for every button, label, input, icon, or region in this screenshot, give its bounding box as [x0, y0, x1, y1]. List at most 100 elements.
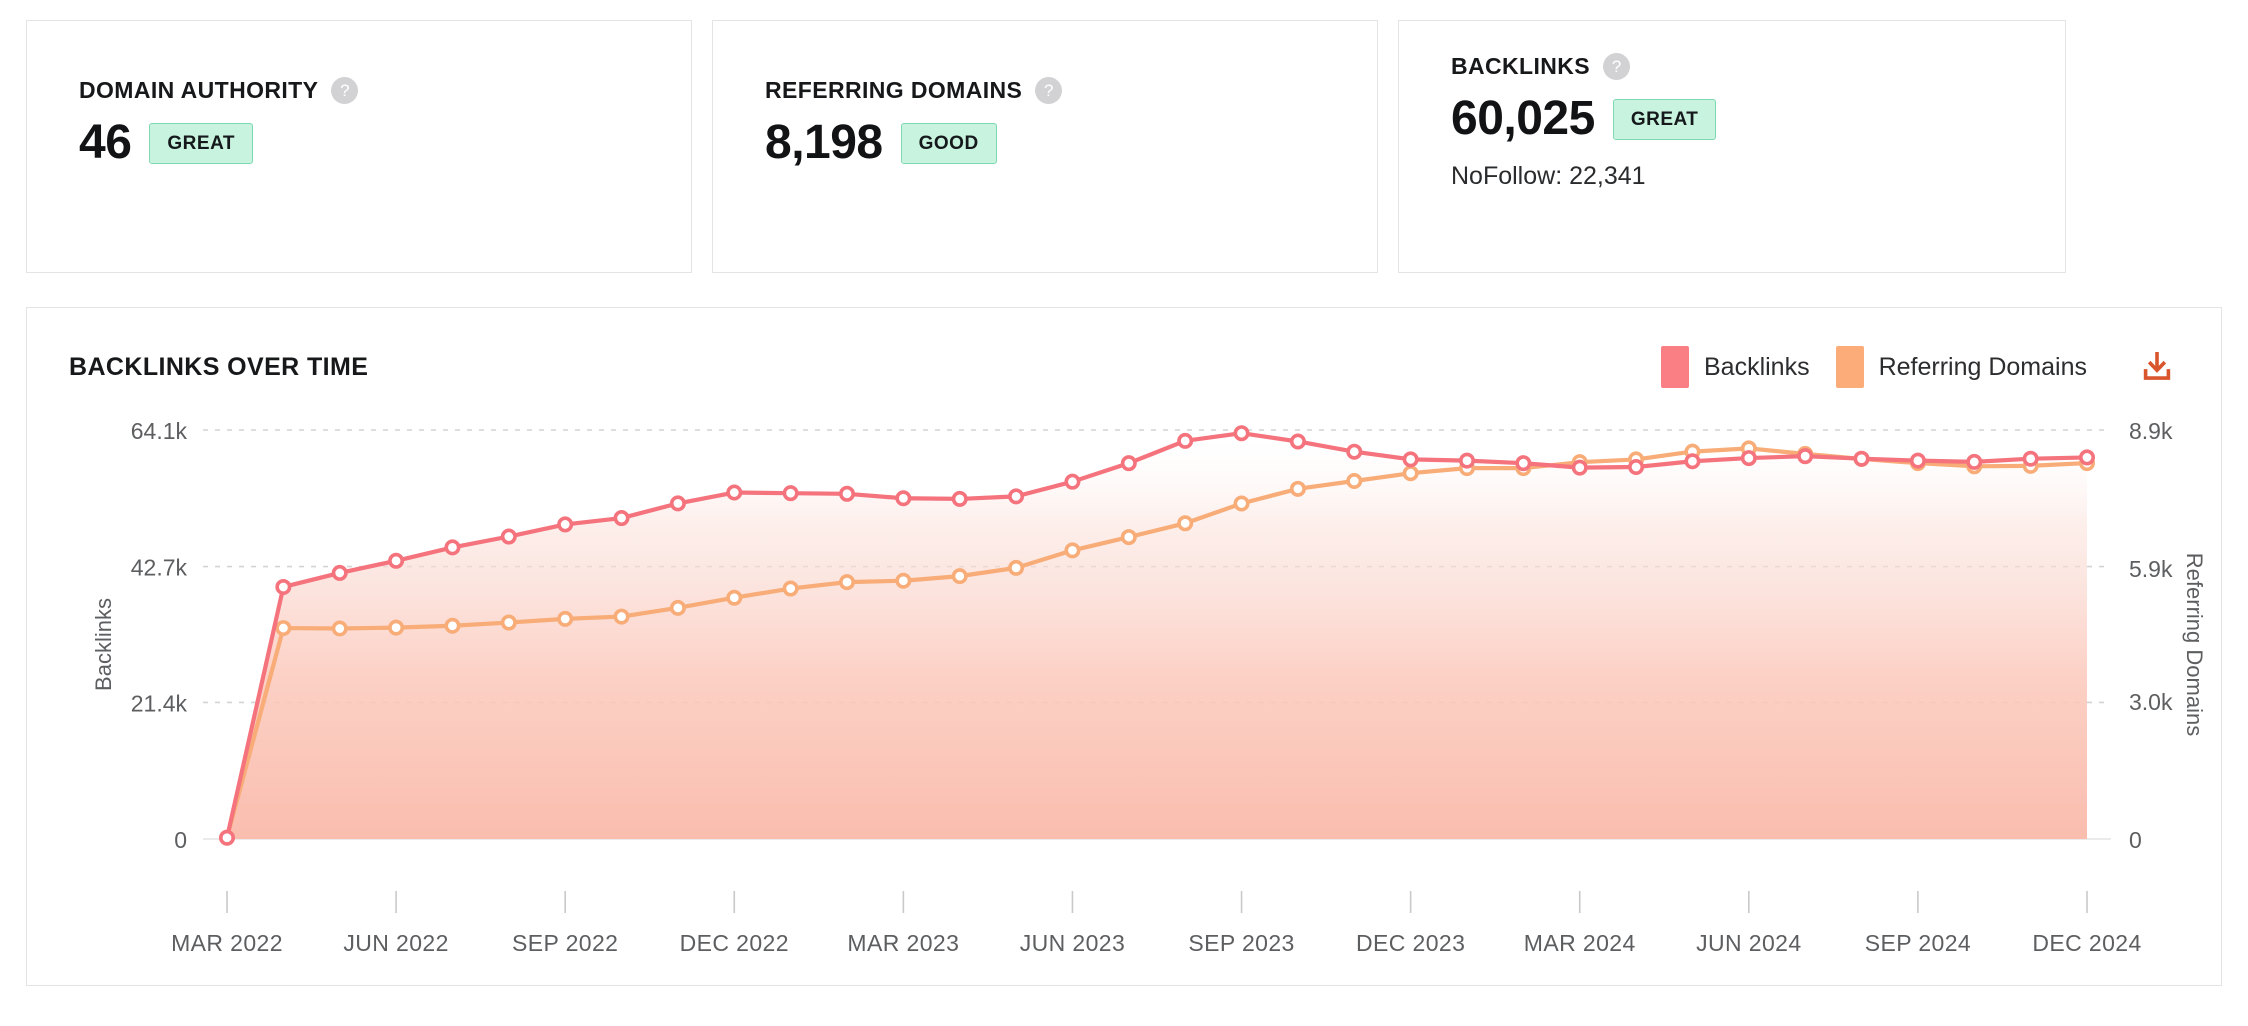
legend-label-referring-domains: Referring Domains — [1878, 352, 2087, 381]
data-point-referring-domains[interactable] — [951, 568, 968, 585]
data-point-referring-domains[interactable] — [1120, 529, 1137, 546]
data-point-backlinks[interactable] — [726, 484, 743, 501]
data-point-backlinks[interactable] — [1459, 452, 1476, 469]
x-axis-tick: JUN 2022 — [343, 930, 448, 956]
data-point-referring-domains[interactable] — [1346, 473, 1363, 490]
help-icon[interactable]: ? — [1035, 77, 1063, 104]
data-point-referring-domains[interactable] — [1064, 542, 1081, 559]
legend-item-referring-domains[interactable]: Referring Domains — [1835, 346, 2087, 388]
data-point-backlinks[interactable] — [951, 490, 968, 507]
data-point-backlinks[interactable] — [1008, 488, 1025, 505]
chart-plot-area: 0 21.4k 42.7k 64.1k 0 3.0k 5.9k 8.9k Backlinks Re… — [27, 404, 2221, 984]
data-point-referring-domains[interactable] — [669, 599, 686, 616]
data-point-backlinks[interactable] — [1346, 443, 1363, 460]
data-point-referring-domains[interactable] — [838, 574, 855, 591]
y-axis-tick-right: 0 — [2129, 827, 2142, 853]
data-point-backlinks[interactable] — [1571, 459, 1588, 476]
data-point-backlinks[interactable] — [1853, 450, 1870, 467]
data-point-backlinks[interactable] — [1628, 459, 1645, 476]
x-axis-tick: DEC 2023 — [1356, 930, 1465, 956]
data-point-backlinks[interactable] — [1740, 450, 1757, 467]
kpi-content: REFERRING DOMAINS ? 8,198 GOOD — [713, 21, 1377, 168]
x-axis-tick: JUN 2023 — [1020, 930, 1125, 956]
data-point-backlinks[interactable] — [782, 485, 799, 502]
data-point-backlinks[interactable] — [1289, 433, 1306, 450]
kpi-card-domain-authority: DOMAIN AUTHORITY ? 46 GREAT — [26, 20, 692, 273]
data-point-backlinks[interactable] — [1797, 448, 1814, 465]
help-icon[interactable]: ? — [331, 77, 359, 104]
data-point-backlinks[interactable] — [1402, 451, 1419, 468]
data-point-backlinks[interactable] — [2022, 450, 2039, 467]
x-axis-tick: SEP 2022 — [512, 930, 618, 956]
help-icon[interactable]: ? — [1603, 53, 1631, 80]
download-icon[interactable] — [2139, 349, 2175, 385]
chart-header: BACKLINKS OVER TIME Backlinks Referring … — [27, 308, 2221, 388]
data-point-backlinks[interactable] — [669, 495, 686, 512]
data-point-referring-domains[interactable] — [331, 620, 348, 637]
data-point-backlinks[interactable] — [275, 578, 292, 595]
data-point-backlinks[interactable] — [1177, 432, 1194, 449]
x-axis-tick: MAR 2024 — [1524, 930, 1636, 956]
kpi-title: BACKLINKS — [1451, 53, 1591, 79]
data-point-backlinks[interactable] — [838, 485, 855, 502]
data-point-referring-domains[interactable] — [782, 580, 799, 597]
data-point-referring-domains[interactable] — [895, 572, 912, 589]
x-axis-tick: MAR 2023 — [847, 930, 959, 956]
data-point-backlinks[interactable] — [1515, 455, 1532, 472]
data-point-referring-domains[interactable] — [1289, 480, 1306, 497]
data-point-backlinks[interactable] — [1966, 453, 1983, 470]
x-axis-tick: DEC 2024 — [2032, 930, 2141, 956]
nofollow-count: NoFollow: 22,341 — [1451, 162, 1646, 191]
x-axis-tick: JUN 2024 — [1696, 930, 1801, 956]
data-point-referring-domains[interactable] — [444, 617, 461, 634]
status-badge: GREAT — [1612, 98, 1717, 140]
y-axis-tick-left: 64.1k — [131, 418, 188, 444]
data-point-referring-domains[interactable] — [557, 610, 574, 627]
legend-label-backlinks: Backlinks — [1703, 352, 1810, 381]
data-point-backlinks[interactable] — [388, 552, 405, 569]
data-point-backlinks[interactable] — [1120, 455, 1137, 472]
data-point-backlinks[interactable] — [2079, 449, 2096, 466]
data-point-referring-domains[interactable] — [1233, 495, 1250, 512]
data-point-backlinks[interactable] — [557, 516, 574, 533]
y-axis-tick-left: 21.4k — [131, 690, 188, 716]
status-badge: GOOD — [900, 122, 997, 164]
data-point-referring-domains[interactable] — [388, 619, 405, 636]
y-axis-tick-right: 5.9k — [2129, 556, 2173, 582]
backlinks-dashboard: DOMAIN AUTHORITY ? 46 GREAT REFERRING DO… — [0, 0, 2248, 1026]
chart-legend: Backlinks Referring Domains — [1660, 346, 2175, 388]
kpi-value: 60,025 — [1451, 92, 1595, 145]
data-point-referring-domains[interactable] — [500, 614, 517, 631]
data-point-backlinks[interactable] — [895, 490, 912, 507]
data-point-backlinks[interactable] — [1233, 425, 1250, 442]
data-point-referring-domains[interactable] — [726, 589, 743, 606]
chart-area-fill — [227, 433, 2087, 839]
backlinks-line-chart[interactable]: 0 21.4k 42.7k 64.1k 0 3.0k 5.9k 8.9k Backlinks Re… — [27, 404, 2221, 984]
data-point-backlinks[interactable] — [1684, 453, 1701, 470]
x-axis-tick: MAR 2022 — [171, 930, 283, 956]
data-point-backlinks[interactable] — [444, 539, 461, 556]
kpi-title: DOMAIN AUTHORITY — [79, 77, 319, 103]
data-point-referring-domains[interactable] — [1402, 465, 1419, 482]
data-point-backlinks[interactable] — [1909, 452, 1926, 469]
legend-item-backlinks[interactable]: Backlinks — [1660, 346, 1810, 388]
data-point-referring-domains[interactable] — [613, 608, 630, 625]
kpi-title-row: DOMAIN AUTHORITY ? — [79, 77, 691, 104]
x-axis-tick: SEP 2023 — [1188, 930, 1294, 956]
kpi-value-row: 60,025 GREAT — [1451, 92, 2065, 145]
data-point-referring-domains[interactable] — [275, 620, 292, 637]
kpi-card-row: DOMAIN AUTHORITY ? 46 GREAT REFERRING DO… — [26, 20, 2222, 273]
data-point-referring-domains[interactable] — [1177, 515, 1194, 532]
y-axis-tick-right: 8.9k — [2129, 418, 2173, 444]
data-point-referring-domains[interactable] — [1008, 559, 1025, 576]
data-point-backlinks[interactable] — [219, 829, 236, 846]
kpi-title: REFERRING DOMAINS — [765, 77, 1023, 103]
x-axis-tick: DEC 2022 — [680, 930, 789, 956]
data-point-backlinks[interactable] — [613, 510, 630, 527]
data-point-backlinks[interactable] — [1064, 473, 1081, 490]
x-axis-tick: SEP 2024 — [1865, 930, 1971, 956]
kpi-title-row: BACKLINKS ? — [1451, 53, 2065, 80]
kpi-value-row: 8,198 GOOD — [765, 117, 1377, 168]
data-point-backlinks[interactable] — [331, 564, 348, 581]
data-point-backlinks[interactable] — [500, 528, 517, 545]
